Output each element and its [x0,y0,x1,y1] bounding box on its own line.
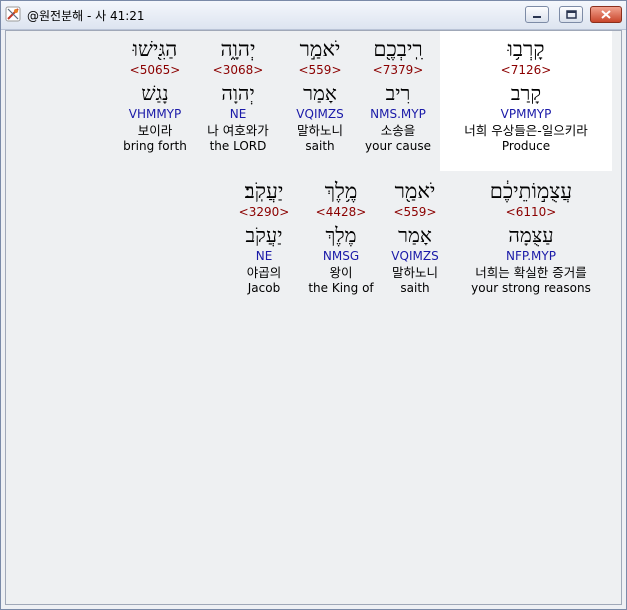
hebrew-word: הַגִּ֖ישׁוּ [132,37,178,61]
korean-gloss: 너희는 확실한 증거를 [475,265,587,280]
lemma: נָגַשׁ [141,81,169,105]
morphology-code: VHMMYP [128,107,182,121]
morphology-code: NMS.MYP [370,107,426,121]
strong-number: <559> [393,205,437,219]
morphology-code: VQIMZS [296,107,344,121]
strong-number: <7379> [372,63,424,77]
app-logo-icon [5,6,21,22]
english-gloss: bring forth [123,139,187,153]
strong-number: <3290> [238,205,290,219]
maximize-icon [566,10,577,19]
morphology-code: VPMMYP [500,107,552,121]
title-bar[interactable]: @원전분해 - 사 41:21 [1,1,626,30]
morphology-code: NMSG [322,249,360,263]
lemma: יְהוָה [221,81,255,105]
korean-gloss: 나 여호와가 [207,123,269,138]
english-gloss: Produce [501,139,551,153]
lemma: מֶלֶךְ [325,223,357,247]
word-cell[interactable]: עֲצֻמ֣וֹתֵיכֶ֔ם <6110> עַצֻּמָה NFP.MYP … [454,179,608,295]
korean-gloss: 소송을 [380,123,416,138]
morphology-code: NFP.MYP [506,249,556,263]
korean-gloss: 말하노니 [296,123,343,138]
word-cell-selected[interactable]: קָרְב֥וּ <7126> קָרַב VPMMYP 너희 우상들은-일으키… [440,37,612,153]
english-gloss: the LORD [209,139,267,153]
minimize-button[interactable] [525,6,549,23]
word-cell[interactable]: יֹאמַ֖ר <559> אָמַר VQIMZS 말하노니 saith [380,179,450,295]
strong-number: <7126> [500,63,552,77]
lemma: קָרַב [510,81,542,105]
close-button[interactable] [590,6,622,23]
word-cell[interactable]: יַעֲקֹֽב׃ <3290> יַעֲקֹב NE 야곱의 Jacob [224,179,304,295]
window-title: @원전분해 - 사 41:21 [27,9,145,23]
korean-gloss: 야곱의 [246,265,282,280]
english-gloss: saith [305,139,335,153]
hebrew-word: יְהוָ֑ה [220,37,256,61]
word-analysis-panel: הַגִּ֖ישׁוּ <5065> נָגַשׁ VHMMYP 보이라 bri… [5,30,622,605]
hebrew-word: מֶ֥לֶךְ [324,179,358,203]
english-gloss: Jacob [247,281,281,295]
english-gloss: the King of [308,281,374,295]
morphology-code: NE [229,107,247,121]
hebrew-word: יַעֲקֹֽב׃ [244,179,284,203]
lemma: עַצֻּמָה [508,223,554,247]
korean-gloss: 보이라 [137,123,173,138]
hebrew-word: עֲצֻמ֣וֹתֵיכֶ֔ם [489,179,573,203]
word-cell[interactable]: יְהוָ֑ה <3068> יְהוָה NE 나 여호와가 the LORD [199,37,277,153]
word-cell[interactable]: הַגִּ֖ישׁוּ <5065> נָגַשׁ VHMMYP 보이라 bri… [115,37,195,153]
korean-gloss: 왕이 [329,265,353,280]
strong-number: <559> [298,63,342,77]
word-cell[interactable]: יֹאמַ֣ר <559> אָמַר VQIMZS 말하노니 saith [281,37,359,153]
strong-number: <5065> [129,63,181,77]
english-gloss: your strong reasons [471,281,591,295]
lemma: רִיב [385,81,411,105]
korean-gloss: 말하노니 [391,265,438,280]
strong-number: <6110> [505,205,557,219]
maximize-button[interactable] [559,6,583,23]
english-gloss: saith [400,281,430,295]
hebrew-word: רִֽיבְכֶ֖ם [373,37,423,61]
app-window: @원전분해 - 사 41:21 הַגִּ֖ישׁוּ <5065> נָגַש… [0,0,627,610]
strong-number: <4428> [315,205,367,219]
korean-gloss: 너희 우상들은-일으키라 [464,123,588,138]
lemma: אָמַר [398,223,432,247]
morphology-code: VQIMZS [391,249,439,263]
lemma: אָמַר [303,81,337,105]
morphology-code: NE [255,249,273,263]
minimize-icon [533,16,541,18]
lemma: יַעֲקֹב [245,223,283,247]
word-cell[interactable]: מֶ֥לֶךְ <4428> מֶלֶךְ NMSG 왕이 the King o… [304,179,378,295]
word-cell[interactable]: רִֽיבְכֶ֖ם <7379> רִיב NMS.MYP 소송을 your … [360,37,436,153]
hebrew-word: יֹאמַ֖ר [394,179,436,203]
hebrew-word: יֹאמַ֣ר [299,37,341,61]
hebrew-word: קָרְב֥וּ [507,37,545,61]
strong-number: <3068> [212,63,264,77]
english-gloss: your cause [365,139,431,153]
close-icon [601,10,611,19]
